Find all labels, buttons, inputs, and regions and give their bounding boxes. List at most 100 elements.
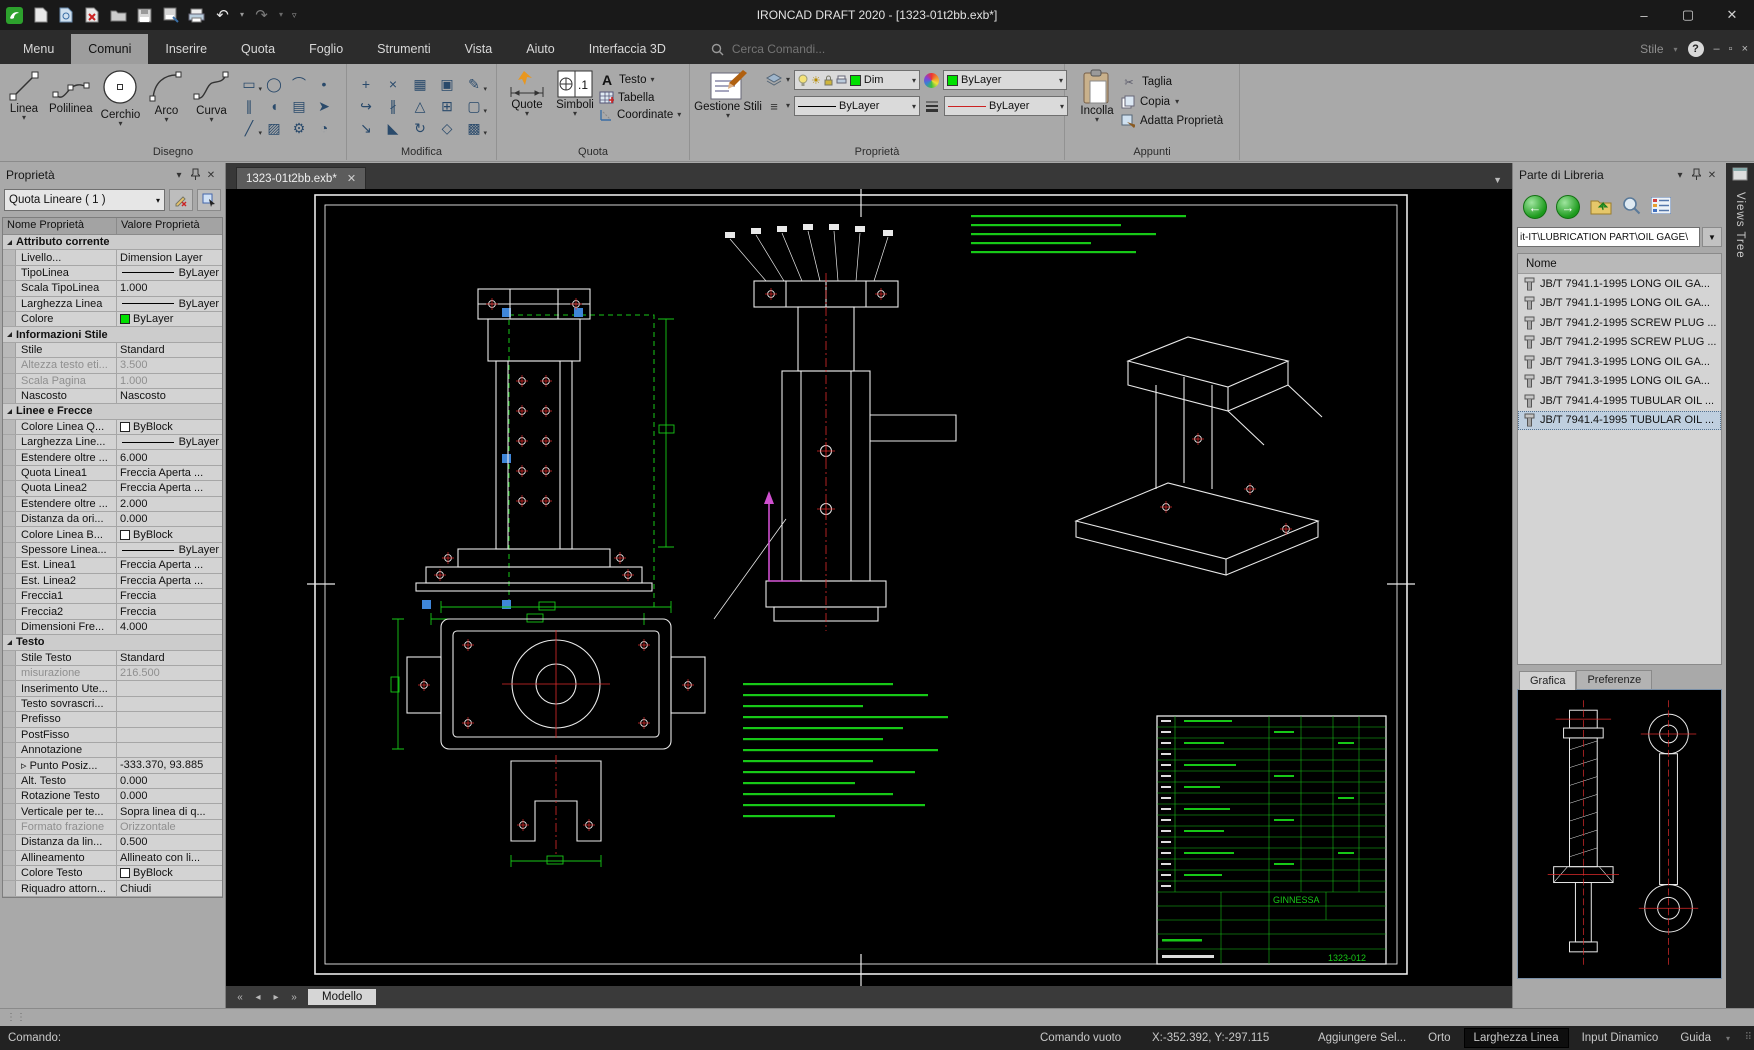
property-row[interactable]: StileStandard <box>3 343 222 358</box>
panel-close-icon[interactable]: ✕ <box>203 170 219 181</box>
next-sheet-icon[interactable]: ▸ <box>268 992 284 1003</box>
customize-caret-icon[interactable]: ▿ <box>292 11 297 20</box>
property-row[interactable]: Stile TestoStandard <box>3 651 222 666</box>
move-icon[interactable]: + <box>355 74 377 94</box>
minimize-button[interactable]: – <box>1622 0 1666 30</box>
ellipse-tool-icon[interactable]: ◯ <box>263 74 285 94</box>
doc-restore-button[interactable]: ▫ <box>1729 43 1733 55</box>
cerchio-button[interactable]: Cerchio▾ <box>97 68 143 128</box>
property-row[interactable]: Prefisso <box>3 712 222 727</box>
property-row[interactable]: Inserimento Ute... <box>3 681 222 696</box>
double-line-tool-icon[interactable]: ∥ <box>238 96 260 116</box>
array-icon[interactable]: ▦ <box>409 74 431 94</box>
property-row[interactable]: ColoreByLayer <box>3 312 222 327</box>
status-toggle-guida[interactable]: Guida <box>1671 1029 1720 1047</box>
copia-button[interactable]: Copia▾ <box>1121 95 1223 109</box>
property-row[interactable]: NascostoNascosto <box>3 389 222 404</box>
library-path-caret[interactable]: ▼ <box>1702 227 1722 247</box>
rotate-icon[interactable]: ↻ <box>409 118 431 138</box>
back-button[interactable]: ← <box>1523 195 1547 219</box>
folder-up-icon[interactable] <box>1589 196 1613 219</box>
tab-grafica[interactable]: Grafica <box>1519 671 1576 690</box>
property-row[interactable]: AllineamentoAllineato con li... <box>3 851 222 866</box>
property-row[interactable]: Quota Linea1Freccia Aperta ... <box>3 466 222 481</box>
solid-array-icon[interactable]: ◇ <box>436 118 458 138</box>
join-icon[interactable]: ⊞ <box>436 96 458 116</box>
property-row[interactable]: Dimensioni Fre...4.000 <box>3 620 222 635</box>
close-file-icon[interactable] <box>84 7 101 24</box>
save-as-icon[interactable] <box>162 7 179 24</box>
property-row[interactable]: Annotazione <box>3 743 222 758</box>
section-tool-icon[interactable]: ▤ <box>288 96 310 116</box>
column-name-header[interactable]: Nome Proprietà <box>3 218 117 234</box>
adatta-proprieta-button[interactable]: Adatta Proprietà <box>1121 114 1223 128</box>
property-row[interactable]: Freccia1Freccia <box>3 589 222 604</box>
hatch-tool-icon[interactable]: ▨ <box>263 118 285 138</box>
axis-line-tool-icon[interactable]: ╱▾ <box>238 118 260 138</box>
menu-tab-interfaccia-3d[interactable]: Interfaccia 3D <box>572 34 683 64</box>
tabella-button[interactable]: Tabella <box>599 91 681 105</box>
sketch-edit-icon[interactable]: ✎▾ <box>463 74 485 94</box>
help-icon[interactable]: ? <box>1688 41 1704 57</box>
property-row[interactable]: Distanza da ori...0.000 <box>3 512 222 527</box>
property-row[interactable]: Estendere oltre ...6.000 <box>3 450 222 465</box>
property-group[interactable]: Informazioni Stile <box>3 327 222 342</box>
pie-tool-icon[interactable]: ◔ <box>313 118 335 138</box>
library-pin-icon[interactable] <box>1688 168 1704 183</box>
offset-icon[interactable]: ↪ <box>355 96 377 116</box>
undo-icon[interactable]: ↶ <box>214 7 231 24</box>
doc-close-button[interactable]: × <box>1742 43 1748 55</box>
library-search-icon[interactable] <box>1622 196 1642 219</box>
region-tool-icon[interactable]: ◖ <box>263 96 285 116</box>
status-toggle-aggiungere-sel-[interactable]: Aggiungere Sel... <box>1309 1029 1415 1047</box>
status-toggle-larghezza-linea[interactable]: Larghezza Linea <box>1464 1028 1569 1048</box>
menu-tab-aiuto[interactable]: Aiuto <box>509 34 572 64</box>
property-row[interactable]: Scala Pagina1.000 <box>3 374 222 389</box>
break-icon[interactable]: ∦ <box>382 96 404 116</box>
property-row[interactable]: Rotazione Testo0.000 <box>3 789 222 804</box>
library-path-input[interactable] <box>1517 227 1700 247</box>
command-search[interactable] <box>711 41 860 57</box>
property-row[interactable]: Colore Linea Q...ByBlock <box>3 420 222 435</box>
print-icon[interactable] <box>188 7 205 24</box>
incolla-button[interactable]: Incolla▾ <box>1073 64 1121 128</box>
library-item[interactable]: JB/T 7941.1-1995 LONG OIL GA... <box>1518 294 1721 314</box>
taglia-button[interactable]: ✂ Taglia <box>1121 74 1223 90</box>
library-item[interactable]: JB/T 7941.1-1995 LONG OIL GA... <box>1518 274 1721 294</box>
blank-rect-icon[interactable]: ▢▾ <box>463 96 485 116</box>
column-value-header[interactable]: Valore Proprietà <box>117 218 204 234</box>
library-item[interactable]: JB/T 7941.4-1995 TUBULAR OIL ... <box>1518 391 1721 411</box>
coordinate-button[interactable]: Coordinate▾ <box>599 108 681 122</box>
rectangle-tool-icon[interactable]: ▭▾ <box>238 74 260 94</box>
gear-tool-icon[interactable]: ⚙ <box>288 118 310 138</box>
layer-combo[interactable]: ☀ Dim ▾ <box>794 70 920 90</box>
library-item[interactable]: JB/T 7941.3-1995 LONG OIL GA... <box>1518 372 1721 392</box>
app-logo-icon[interactable] <box>6 7 23 24</box>
status-caret-icon[interactable]: ▾ <box>1726 1026 1730 1050</box>
panel-dropdown-icon[interactable]: ▾ <box>171 170 187 181</box>
property-group[interactable]: Attributo corrente <box>3 235 222 250</box>
property-row[interactable]: TipoLineaByLayer <box>3 266 222 281</box>
menu-tab-quota[interactable]: Quota <box>224 34 292 64</box>
menu-tab-menu[interactable]: Menu <box>6 34 71 64</box>
new-file-icon[interactable] <box>32 7 49 24</box>
property-row[interactable]: misurazione216.500 <box>3 666 222 681</box>
property-row[interactable]: ▹ Punto Posiz...-333.370, 93.885 <box>3 758 222 773</box>
property-group[interactable]: Linee e Frecce <box>3 404 222 419</box>
command-prompt[interactable]: Comando: <box>8 1026 61 1050</box>
library-close-icon[interactable]: ✕ <box>1704 170 1720 181</box>
prev-sheet-icon[interactable]: ◂ <box>250 992 266 1003</box>
mirror-icon[interactable]: △ <box>409 96 431 116</box>
menu-tab-inserire[interactable]: Inserire <box>148 34 224 64</box>
quote-button[interactable]: Quote▾ <box>503 64 551 122</box>
property-row[interactable]: Distanza da lin...0.500 <box>3 835 222 850</box>
property-row[interactable]: Colore TestoByBlock <box>3 866 222 881</box>
library-dropdown-icon[interactable]: ▾ <box>1672 170 1688 181</box>
property-row[interactable]: Altezza testo eti...3.500 <box>3 358 222 373</box>
forward-button[interactable]: → <box>1556 195 1580 219</box>
open-file-icon[interactable] <box>58 7 75 24</box>
lineweight-icon[interactable] <box>924 98 940 114</box>
panel-pin-icon[interactable] <box>187 168 203 183</box>
property-row[interactable]: Quota Linea2Freccia Aperta ... <box>3 481 222 496</box>
property-row[interactable]: Freccia2Freccia <box>3 604 222 619</box>
